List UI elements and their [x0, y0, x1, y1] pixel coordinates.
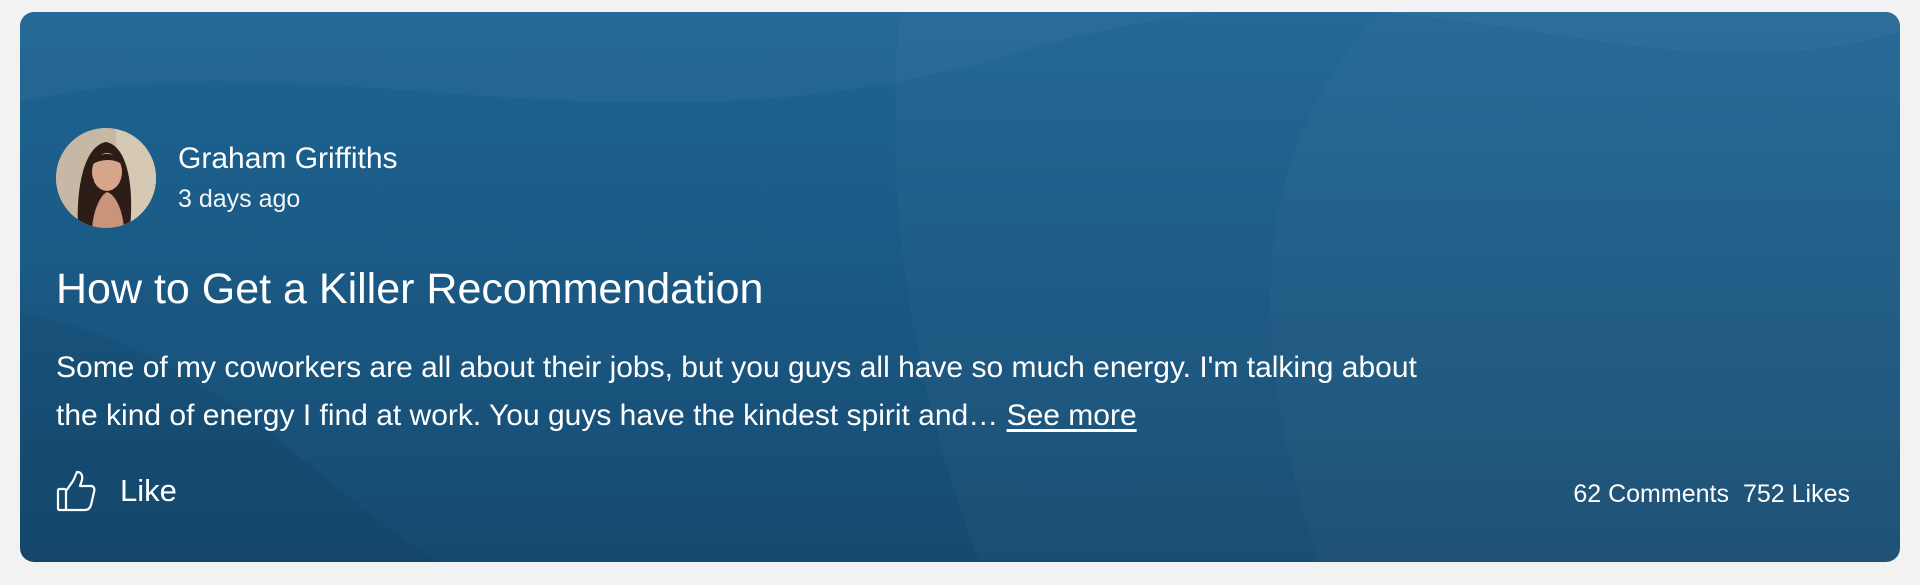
thumbs-up-icon [56, 470, 96, 512]
author-meta: Graham Griffiths 3 days ago [178, 140, 398, 216]
like-button[interactable]: Like [56, 470, 177, 512]
post-timestamp: 3 days ago [178, 185, 301, 213]
likes-count[interactable]: 752 Likes [1743, 480, 1850, 509]
post-stats: 62 Comments 752 Likes [1573, 480, 1850, 509]
post-body-text: Some of my coworkers are all about their… [56, 351, 1417, 432]
avatar[interactable] [56, 128, 156, 228]
see-more-link[interactable]: See more [1007, 399, 1137, 432]
post-author: Graham Griffiths 3 days ago [56, 128, 398, 228]
post-title[interactable]: How to Get a Killer Recommendation [56, 262, 763, 316]
like-label: Like [120, 473, 177, 508]
avatar-image [56, 128, 156, 228]
post-card: Graham Griffiths 3 days ago How to Get a… [20, 12, 1900, 562]
post-body: Some of my coworkers are all about their… [56, 344, 1436, 440]
author-name[interactable]: Graham Griffiths [178, 140, 398, 178]
comments-count[interactable]: 62 Comments [1573, 480, 1729, 509]
